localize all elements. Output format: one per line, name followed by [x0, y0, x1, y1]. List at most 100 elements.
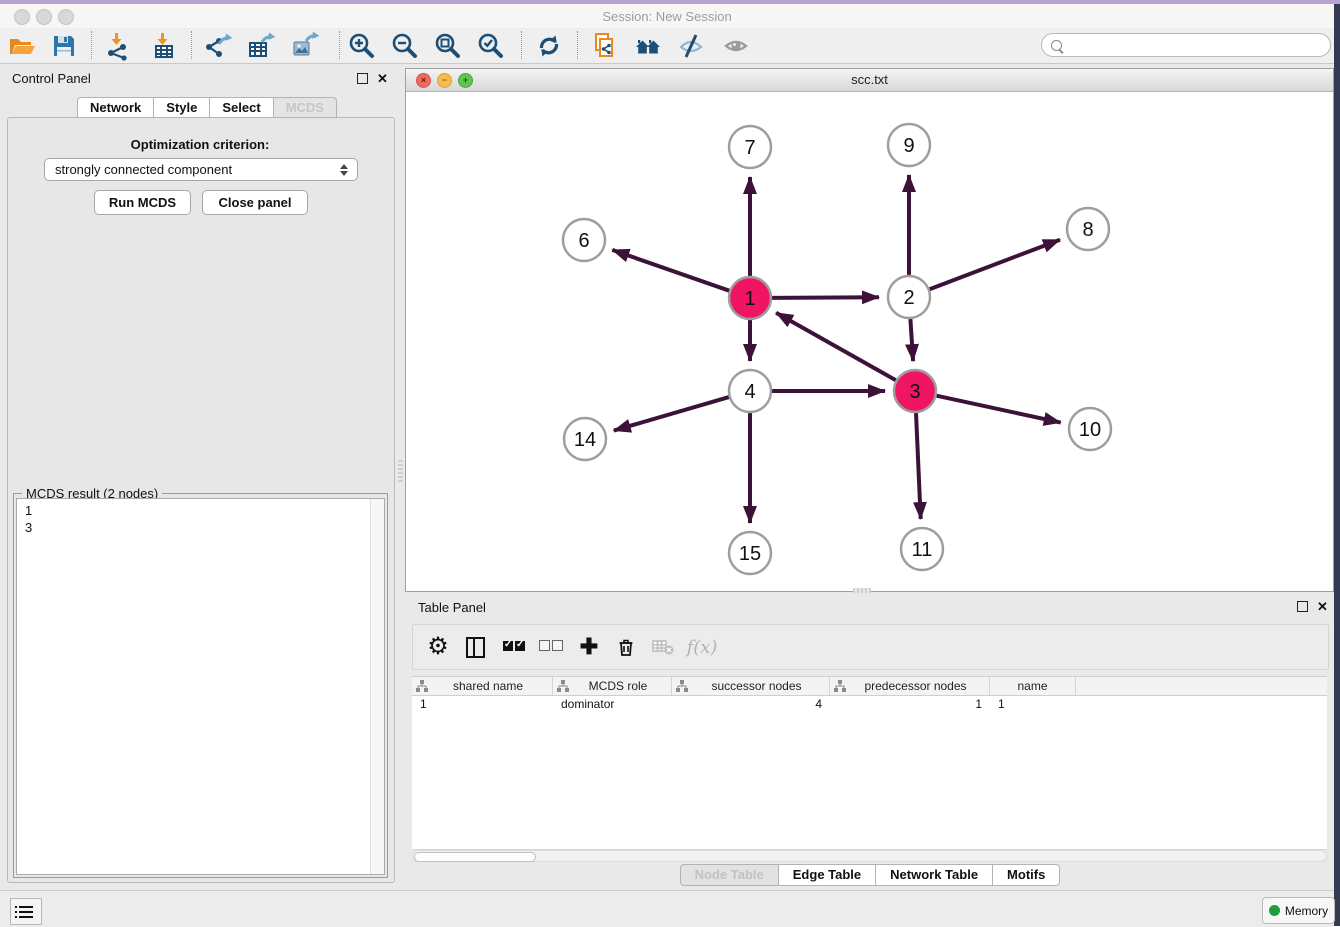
- table-panel-tabs: Node TableEdge TableNetwork TableMotifs: [0, 864, 1340, 886]
- table-horizontal-scrollbar[interactable]: [412, 850, 1327, 862]
- select-all-icon[interactable]: [497, 630, 531, 664]
- open-file-icon[interactable]: [5, 29, 39, 62]
- graph-edge-1-6[interactable]: [612, 250, 729, 291]
- svg-text:7: 7: [744, 137, 755, 159]
- delete-column-icon[interactable]: [609, 630, 643, 664]
- tab-edge-table[interactable]: Edge Table: [778, 864, 875, 886]
- first-neighbors-icon[interactable]: [631, 29, 665, 62]
- tab-node-table[interactable]: Node Table: [680, 864, 778, 886]
- search-input[interactable]: [1070, 37, 1322, 53]
- column-header-name[interactable]: name: [990, 677, 1076, 695]
- select-spinner-icon: [335, 164, 353, 176]
- add-column-icon[interactable]: ✚: [572, 630, 606, 664]
- graph-edge-4-14[interactable]: [614, 397, 729, 431]
- graph-edge-3-11[interactable]: [916, 413, 921, 519]
- toolbar-separator: [577, 31, 578, 59]
- settings-gear-icon[interactable]: ⚙: [421, 630, 455, 664]
- column-header-filler: [1076, 677, 1327, 695]
- tab-select[interactable]: Select: [209, 97, 272, 118]
- vertical-splitter-grip[interactable]: [398, 460, 403, 482]
- svg-text:3: 3: [909, 381, 920, 403]
- graph-edge-1-2[interactable]: [772, 297, 879, 298]
- zoom-selected-icon[interactable]: [474, 29, 508, 62]
- application-window: Session: New Session: [0, 0, 1340, 926]
- export-image-icon[interactable]: [288, 29, 322, 62]
- svg-text:15: 15: [739, 543, 761, 565]
- scrollbar-thumb[interactable]: [414, 852, 536, 862]
- import-table-icon[interactable]: [147, 29, 181, 62]
- graph-node-15[interactable]: 15: [729, 532, 771, 574]
- table-cell: 1: [830, 696, 990, 712]
- main-toolbar: [0, 28, 1334, 64]
- tab-network[interactable]: Network: [77, 97, 153, 118]
- deselect-all-icon[interactable]: [534, 630, 568, 664]
- graph-edge-2-8[interactable]: [930, 240, 1060, 290]
- hide-selected-icon[interactable]: [674, 29, 708, 62]
- table-cell: 4: [672, 696, 830, 712]
- tab-mcds[interactable]: MCDS: [273, 97, 337, 118]
- column-type-icon: [416, 680, 428, 692]
- network-window-titlebar[interactable]: × − + scc.txt: [406, 69, 1333, 92]
- graph-node-7[interactable]: 7: [729, 126, 771, 168]
- zoom-fit-icon[interactable]: [431, 29, 465, 62]
- save-session-icon[interactable]: [47, 29, 81, 62]
- graph-node-3[interactable]: 3: [894, 370, 936, 412]
- horizontal-splitter-grip[interactable]: [853, 588, 871, 593]
- graph-node-4[interactable]: 4: [729, 370, 771, 412]
- graph-node-1[interactable]: 1: [729, 277, 771, 319]
- svg-text:6: 6: [578, 230, 589, 252]
- mcds-result-box: MCDS result (2 nodes) 13: [13, 493, 388, 878]
- show-hidden-eye-icon[interactable]: [719, 29, 753, 62]
- graph-edge-3-1[interactable]: [776, 313, 896, 381]
- column-header-predecessor-nodes[interactable]: predecessor nodes: [830, 677, 990, 695]
- toolbar-separator: [91, 31, 92, 59]
- tab-network-table[interactable]: Network Table: [875, 864, 992, 886]
- task-history-button[interactable]: [10, 898, 42, 925]
- search-icon: [1051, 40, 1062, 51]
- export-table-icon[interactable]: [244, 29, 278, 62]
- run-mcds-button[interactable]: Run MCDS: [94, 190, 191, 215]
- tab-style[interactable]: Style: [153, 97, 209, 118]
- column-header-successor-nodes[interactable]: successor nodes: [672, 677, 830, 695]
- export-network-icon[interactable]: [201, 29, 235, 62]
- close-panel-icon[interactable]: ✕: [1317, 601, 1328, 612]
- network-graph-svg[interactable]: 7 9 6 8 1 2 4 3 14 10 15 11: [406, 91, 1333, 591]
- status-bar: Memory: [0, 890, 1334, 927]
- duplicate-network-icon[interactable]: [588, 29, 622, 62]
- column-header-MCDS-role[interactable]: MCDS role: [553, 677, 672, 695]
- search-field[interactable]: [1041, 33, 1331, 57]
- close-panel-icon[interactable]: ✕: [377, 73, 388, 84]
- result-scrollbar[interactable]: [370, 499, 384, 874]
- tab-motifs[interactable]: Motifs: [992, 864, 1060, 886]
- toolbar-separator: [521, 31, 522, 59]
- mcds-result-textarea[interactable]: 13: [16, 498, 385, 875]
- optimization-select[interactable]: strongly connected component: [44, 158, 358, 181]
- graph-node-2[interactable]: 2: [888, 276, 930, 318]
- graph-node-14[interactable]: 14: [564, 418, 606, 460]
- graph-node-11[interactable]: 11: [901, 528, 943, 570]
- graph-edge-2-3[interactable]: [910, 319, 913, 361]
- column-selector-icon[interactable]: [458, 630, 492, 664]
- column-type-icon: [834, 680, 846, 692]
- function-builder-icon: f(x): [685, 630, 719, 664]
- memory-button[interactable]: Memory: [1262, 897, 1335, 924]
- import-network-icon[interactable]: [101, 29, 135, 62]
- refresh-icon[interactable]: [532, 29, 566, 62]
- graph-edge-3-10[interactable]: [937, 396, 1061, 423]
- table-body-empty-area: [412, 711, 1327, 850]
- mcds-result-lines: 13: [17, 499, 384, 536]
- float-window-icon[interactable]: [357, 73, 368, 84]
- svg-text:11: 11: [912, 539, 933, 561]
- zoom-in-icon[interactable]: [345, 29, 379, 62]
- graph-node-10[interactable]: 10: [1069, 408, 1111, 450]
- column-header-shared-name[interactable]: shared name: [412, 677, 553, 695]
- graph-node-6[interactable]: 6: [563, 219, 605, 261]
- float-window-icon[interactable]: [1297, 601, 1308, 612]
- graph-node-8[interactable]: 8: [1067, 208, 1109, 250]
- close-panel-button[interactable]: Close panel: [202, 190, 308, 215]
- network-canvas[interactable]: 7 9 6 8 1 2 4 3 14 10 15 11: [406, 91, 1333, 591]
- graph-node-9[interactable]: 9: [888, 124, 930, 166]
- zoom-out-icon[interactable]: [388, 29, 422, 62]
- svg-text:14: 14: [574, 429, 596, 451]
- column-type-icon: [676, 680, 688, 692]
